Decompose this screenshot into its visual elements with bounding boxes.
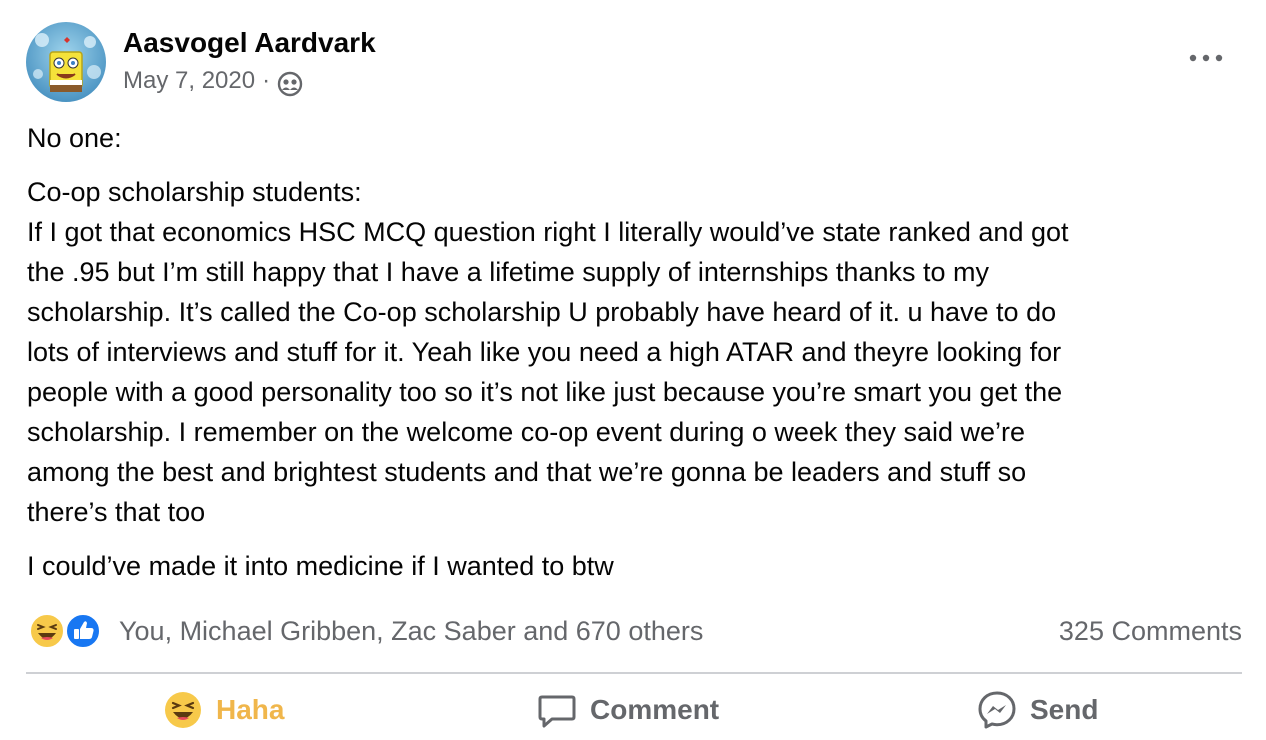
comment-button[interactable]: Comment: [536, 680, 719, 740]
friends-icon[interactable]: [277, 71, 303, 97]
post-line: If I got that economics HSC MCQ question…: [27, 217, 1069, 247]
comment-label: Comment: [590, 694, 720, 725]
post-line: people with a good personality too so it…: [27, 377, 1063, 407]
haha-reaction-icon: [29, 613, 65, 649]
reactions-summary: You, Michael Gribben, Zac Saber and 670 …: [28, 608, 1242, 654]
post-line: No one:: [27, 123, 122, 153]
post-line: lots of interviews and stuff for it. Yea…: [27, 337, 1062, 367]
post-line: I could’ve made it into medicine if I wa…: [27, 551, 614, 581]
meta-separator: ·: [262, 67, 271, 94]
haha-icon: [162, 689, 204, 731]
facebook-post: Aasvogel Aardvark May 7, 2020 · No one: …: [0, 0, 1266, 740]
messenger-icon: [976, 689, 1018, 731]
post-date[interactable]: May 7, 2020: [123, 67, 255, 95]
post-line: among the best and brightest students an…: [27, 457, 1027, 487]
like-reaction-icon: [65, 613, 101, 649]
send-button[interactable]: Send: [976, 680, 1098, 740]
author-avatar[interactable]: [26, 22, 106, 102]
post-body: No one: Co-op scholarship students: If I…: [27, 118, 1247, 586]
spongebob-avatar-image: [26, 22, 106, 102]
post-line: Co-op scholarship students:: [27, 177, 362, 207]
comment-count[interactable]: 325 Comments: [1059, 612, 1242, 650]
send-label: Send: [1030, 694, 1099, 725]
haha-label: Haha: [216, 694, 285, 725]
author-name[interactable]: Aasvogel Aardvark: [123, 26, 376, 60]
reaction-icons[interactable]: [28, 612, 106, 650]
post-line: the .95 but I’m still happy that I have …: [27, 257, 989, 287]
post-actions: Haha Comment Send: [26, 680, 1242, 740]
more-options-button[interactable]: [1186, 44, 1226, 72]
haha-button[interactable]: Haha: [162, 680, 284, 740]
comment-icon: [536, 689, 578, 731]
reaction-names[interactable]: You, Michael Gribben, Zac Saber and 670 …: [119, 612, 703, 650]
divider: [26, 672, 1242, 674]
post-line: scholarship. I remember on the welcome c…: [27, 417, 1025, 447]
post-meta: May 7, 2020 ·: [123, 64, 303, 98]
post-line: scholarship. It’s called the Co-op schol…: [27, 297, 1057, 327]
more-options-icon: [1189, 54, 1223, 62]
post-line: there’s that too: [27, 497, 206, 527]
